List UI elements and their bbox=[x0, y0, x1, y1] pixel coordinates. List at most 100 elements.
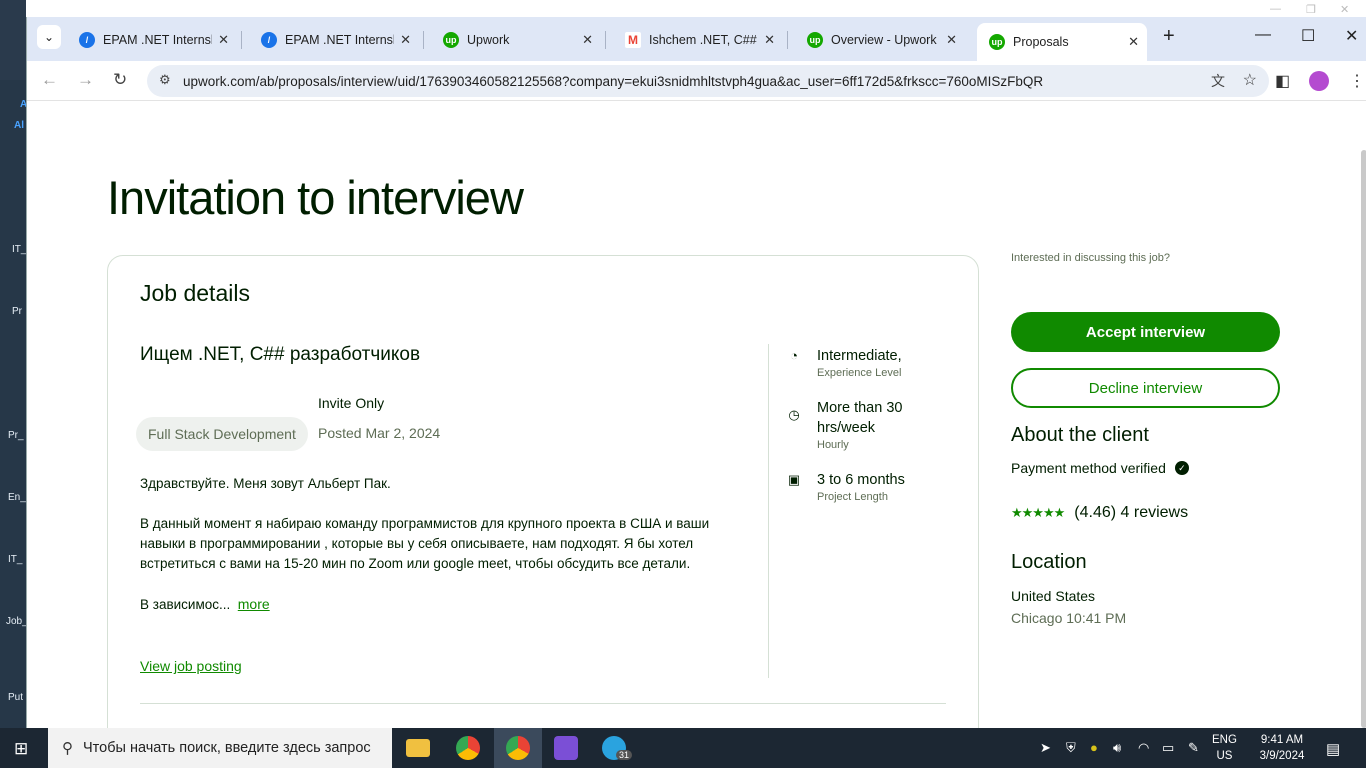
divider bbox=[140, 703, 946, 704]
page-title: Invitation to interview bbox=[107, 171, 524, 224]
chrome-icon[interactable] bbox=[444, 728, 492, 768]
decline-interview-button[interactable]: Decline interview bbox=[1011, 368, 1280, 408]
desc-paragraph: В данный момент я набираю команду програ… bbox=[140, 516, 710, 571]
close-icon[interactable]: ✕ bbox=[218, 32, 229, 48]
desc-paragraph: Здравствуйте. Меня зовут Альберт Пак. bbox=[140, 476, 391, 491]
tray-send-icon[interactable]: ➤ bbox=[1040, 740, 1051, 756]
tab-upwork[interactable]: up Upwork ✕ bbox=[431, 24, 601, 55]
desktop-label: Al bbox=[14, 120, 24, 131]
close-icon[interactable]: ✕ bbox=[1128, 34, 1139, 50]
windows-start-icon[interactable]: ⊞ bbox=[14, 739, 28, 759]
tab-proposals[interactable]: up Proposals ✕ bbox=[977, 23, 1147, 61]
slash-icon: / bbox=[261, 31, 277, 48]
reload-button[interactable]: ↻ bbox=[113, 70, 127, 90]
tab-label: EPAM .NET Internship bbox=[103, 32, 212, 47]
close-icon[interactable]: ✕ bbox=[946, 32, 957, 48]
tray-shield-icon[interactable]: ⛨ bbox=[1066, 740, 1076, 756]
minimize-button[interactable]: — bbox=[1255, 26, 1271, 44]
close-icon[interactable]: ✕ bbox=[400, 32, 411, 48]
visual-studio-icon[interactable] bbox=[542, 728, 590, 768]
scrollbar[interactable] bbox=[1361, 150, 1366, 728]
profile-avatar[interactable] bbox=[1309, 71, 1329, 91]
desktop-label[interactable]: Put bbox=[8, 692, 23, 703]
browser-window: ⌄ / EPAM .NET Internship ✕ / EPAM .NET I… bbox=[26, 17, 1366, 728]
desktop-top-strip: — ❐ ✕ bbox=[0, 0, 1366, 18]
invite-only-label: Invite Only bbox=[318, 395, 385, 411]
tab-search-button[interactable]: ⌄ bbox=[37, 25, 61, 49]
menu-icon[interactable]: ⋮ bbox=[1349, 71, 1365, 91]
desktop-label[interactable]: Job_ bbox=[6, 616, 28, 627]
lang-line: US bbox=[1216, 750, 1233, 762]
new-tab-button[interactable]: + bbox=[1163, 25, 1175, 48]
battery-icon[interactable]: ▭ bbox=[1162, 740, 1174, 756]
address-bar[interactable]: ⚙ upwork.com/ab/proposals/interview/uid/… bbox=[147, 65, 1269, 97]
location-heading: Location bbox=[1011, 551, 1087, 573]
volume-icon[interactable]: 🔊︎ bbox=[1113, 740, 1121, 756]
translate-icon[interactable]: 文 bbox=[1211, 71, 1225, 91]
tab-label: Proposals bbox=[1013, 35, 1069, 49]
language-indicator[interactable]: ENG US bbox=[1212, 732, 1237, 764]
job-title: Ищем .NET, C## разработчиков bbox=[140, 344, 421, 365]
job-description: Здравствуйте. Меня зовут Альберт Пак. В … bbox=[140, 474, 730, 635]
tab-overview-upwork[interactable]: up Overview - Upwork ✕ bbox=[795, 24, 965, 55]
verified-check-icon: ✓ bbox=[1174, 461, 1189, 475]
view-job-posting-link[interactable]: View job posting bbox=[140, 658, 242, 674]
slash-icon: / bbox=[79, 31, 95, 48]
feature-sub: Project Length bbox=[817, 491, 888, 503]
close-icon[interactable]: ✕ bbox=[764, 32, 775, 48]
tab-gmail[interactable]: M Ishchem .NET, C## ra ✕ bbox=[613, 24, 783, 55]
bg-restore-icon: ❐ bbox=[1306, 4, 1316, 16]
tab-epam-1[interactable]: / EPAM .NET Internship ✕ bbox=[67, 24, 237, 55]
chrome-profile-icon[interactable] bbox=[494, 728, 542, 768]
url-text: upwork.com/ab/proposals/interview/uid/17… bbox=[183, 73, 1044, 89]
desc-paragraph: В зависимос... more bbox=[140, 594, 730, 615]
maximize-button[interactable]: ☐ bbox=[1301, 26, 1315, 46]
gmail-icon: M bbox=[625, 31, 641, 48]
search-icon: ⚲ bbox=[62, 740, 73, 757]
posted-date: Posted Mar 2, 2024 bbox=[318, 425, 441, 441]
close-icon[interactable]: ✕ bbox=[582, 32, 593, 48]
about-client-heading: About the client bbox=[1011, 424, 1149, 446]
more-link[interactable]: more bbox=[238, 596, 270, 612]
bookmark-star-icon[interactable]: ☆ bbox=[1243, 70, 1257, 90]
notifications-icon[interactable]: ▤ bbox=[1326, 740, 1340, 758]
bg-close-icon: ✕ bbox=[1340, 4, 1350, 16]
pen-icon[interactable]: ✎ bbox=[1188, 740, 1199, 756]
tray-app-icon[interactable]: ● bbox=[1090, 740, 1098, 755]
calendar-icon: ▣ bbox=[787, 472, 801, 487]
browser-toolbar: ← → ↻ ⚙ upwork.com/ab/proposals/intervie… bbox=[27, 61, 1366, 101]
desktop-label[interactable]: Pr_ bbox=[8, 430, 24, 441]
clock-icon: ◷ bbox=[788, 407, 800, 422]
file-explorer-icon[interactable] bbox=[394, 728, 442, 768]
rating-stars-icon: ★★★★★ bbox=[1011, 505, 1065, 520]
telegram-badge: 31 bbox=[616, 750, 633, 760]
back-button[interactable]: ← bbox=[41, 70, 58, 90]
close-window-button[interactable]: ✕ bbox=[1345, 26, 1358, 46]
clock[interactable]: 9:41 AM 3/9/2024 bbox=[1252, 732, 1312, 764]
tab-label: Overview - Upwork bbox=[831, 32, 937, 47]
side-panel-icon[interactable]: ◧ bbox=[1275, 71, 1290, 91]
forward-button[interactable]: → bbox=[77, 70, 94, 90]
client-country: United States bbox=[1011, 588, 1096, 604]
client-rating: ★★★★★ (4.46) 4 reviews bbox=[1011, 504, 1188, 522]
desktop-left-edge: Al Al IT_ Pr Pr_ En_ IT_ Job_ Put bbox=[0, 0, 30, 728]
job-details-heading: Job details bbox=[140, 280, 250, 306]
feature-sub: Experience Level bbox=[817, 367, 902, 379]
payment-verified: Payment method verified ✓ bbox=[1011, 460, 1189, 476]
job-details-card: Job details Ищем .NET, C## разработчиков… bbox=[107, 255, 979, 728]
site-info-icon[interactable]: ⚙ bbox=[159, 72, 171, 88]
telegram-icon[interactable]: 31 bbox=[590, 728, 638, 768]
clock-time: 9:41 AM bbox=[1260, 734, 1304, 746]
divider bbox=[768, 344, 769, 678]
accept-interview-button[interactable]: Accept interview bbox=[1011, 312, 1280, 352]
clock-date: 3/9/2024 bbox=[1259, 750, 1305, 762]
skill-tag[interactable]: Full Stack Development bbox=[136, 417, 308, 451]
tab-epam-2[interactable]: / EPAM .NET Internship ✕ bbox=[249, 24, 419, 55]
taskbar: ⊞ ⚲ Чтобы начать поиск, введите здесь за… bbox=[0, 728, 1366, 768]
desktop-label[interactable]: IT_ bbox=[12, 244, 26, 255]
taskbar-search[interactable]: ⚲ Чтобы начать поиск, введите здесь запр… bbox=[48, 728, 392, 768]
desktop-label[interactable]: IT_ bbox=[8, 554, 22, 565]
desktop-label[interactable]: En_ bbox=[8, 492, 26, 503]
desktop-label[interactable]: Pr bbox=[12, 306, 22, 317]
wifi-icon[interactable]: ◠ bbox=[1138, 740, 1149, 756]
